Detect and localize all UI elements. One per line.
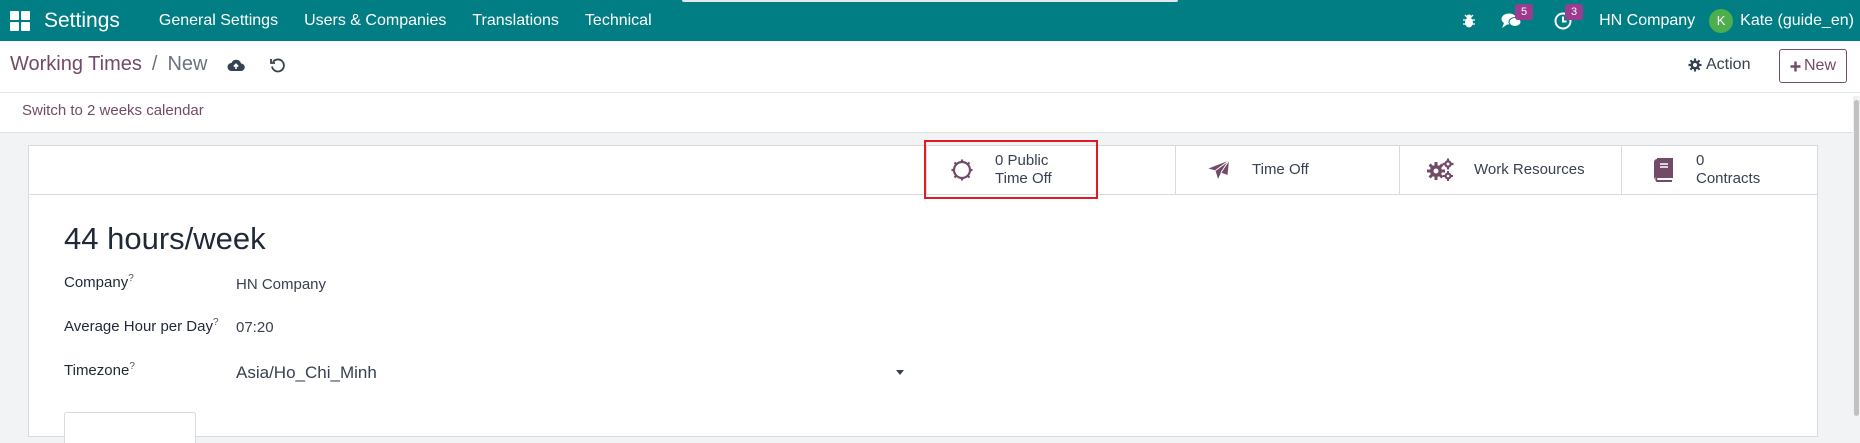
main-menu: General Settings Users & Companies Trans… — [146, 0, 665, 41]
avg-hours-field-label: Average Hour per Day? — [64, 317, 219, 335]
work-resources-button[interactable]: Work Resources — [1399, 146, 1621, 194]
company-label: Company — [64, 274, 129, 291]
smart-button-box: 0 Public Time Off Time Off Work Resource… — [29, 146, 1817, 195]
menu-technical[interactable]: Technical — [572, 0, 665, 41]
breadcrumb-current: New — [167, 53, 208, 75]
notebook-tab[interactable] — [64, 412, 196, 443]
help-marker[interactable]: ? — [128, 273, 134, 284]
contracts-label: Contracts — [1696, 170, 1761, 187]
messages-button[interactable]: 5 — [1492, 0, 1534, 41]
timezone-label: Timezone — [64, 362, 130, 379]
discard-button[interactable] — [269, 57, 286, 73]
debug-button[interactable] — [1452, 0, 1486, 41]
apps-grid-icon[interactable] — [10, 10, 30, 31]
breadcrumb-separator: / — [151, 53, 158, 75]
form-sheet: 0 Public Time Off Time Off Work Resource… — [28, 145, 1818, 443]
time-off-label: Time Off — [1252, 161, 1309, 178]
menu-general-settings[interactable]: General Settings — [146, 0, 291, 41]
action-label: Action — [1706, 56, 1751, 73]
navbar-right: 5 3 HN Company K Kate (guide_en) — [1452, 0, 1860, 41]
save-button[interactable] — [227, 58, 246, 72]
new-button[interactable]: New — [1779, 49, 1847, 83]
cloud-upload-icon — [227, 59, 246, 71]
action-button[interactable]: Action — [1688, 56, 1750, 74]
navbar-notch — [682, 0, 1178, 2]
scrollbar-thumb[interactable] — [1854, 100, 1859, 416]
control-panel: Working Times / New Action New Switch to… — [0, 41, 1860, 133]
switch-2-weeks-button[interactable]: Switch to 2 weeks calendar — [22, 102, 204, 119]
company-field-label: Company? — [64, 273, 134, 291]
plane-icon — [1208, 160, 1230, 179]
book-icon — [1654, 158, 1673, 182]
timezone-field-label: Timezone? — [64, 361, 135, 379]
navbar-left: Settings General Settings Users & Compan… — [0, 0, 665, 41]
working-time-name[interactable]: 44 hours/week — [64, 221, 266, 257]
top-navbar: Settings General Settings Users & Compan… — [0, 0, 1860, 42]
messages-badge: 5 — [1515, 4, 1534, 20]
avatar: K — [1709, 8, 1734, 33]
timezone-select[interactable]: Asia/Ho_Chi_Minh — [236, 363, 377, 383]
company-field[interactable]: HN Company — [236, 276, 326, 293]
new-label: New — [1803, 57, 1836, 74]
user-menu[interactable]: K Kate (guide_en) — [1709, 8, 1854, 33]
control-divider — [0, 92, 1860, 93]
help-marker[interactable]: ? — [213, 317, 219, 328]
activities-badge: 3 — [1565, 4, 1584, 20]
contracts-button[interactable]: 0 Contracts — [1621, 146, 1817, 194]
undo-icon — [270, 58, 286, 72]
help-marker[interactable]: ? — [129, 361, 135, 372]
breadcrumb: Working Times / New — [10, 53, 286, 76]
gear-icon — [1688, 58, 1702, 72]
menu-translations[interactable]: Translations — [459, 0, 572, 41]
highlight-box — [924, 140, 1098, 199]
avg-hours-label: Average Hour per Day — [64, 318, 213, 335]
user-name: Kate (guide_en) — [1740, 11, 1854, 29]
app-title[interactable]: Settings — [44, 9, 120, 33]
gears-icon — [1427, 158, 1454, 181]
bug-icon — [1463, 14, 1476, 27]
avg-hours-field[interactable]: 07:20 — [236, 319, 274, 336]
caret-down-icon[interactable] — [896, 370, 904, 375]
menu-users-companies[interactable]: Users & Companies — [291, 0, 459, 41]
breadcrumb-working-times[interactable]: Working Times — [10, 53, 142, 76]
work-resources-label: Work Resources — [1474, 161, 1585, 178]
company-switcher[interactable]: HN Company — [1581, 12, 1709, 30]
plus-icon — [1790, 61, 1801, 71]
contracts-count: 0 — [1696, 152, 1705, 169]
activities-button[interactable]: 3 — [1545, 0, 1584, 41]
time-off-button[interactable]: Time Off — [1175, 146, 1399, 194]
